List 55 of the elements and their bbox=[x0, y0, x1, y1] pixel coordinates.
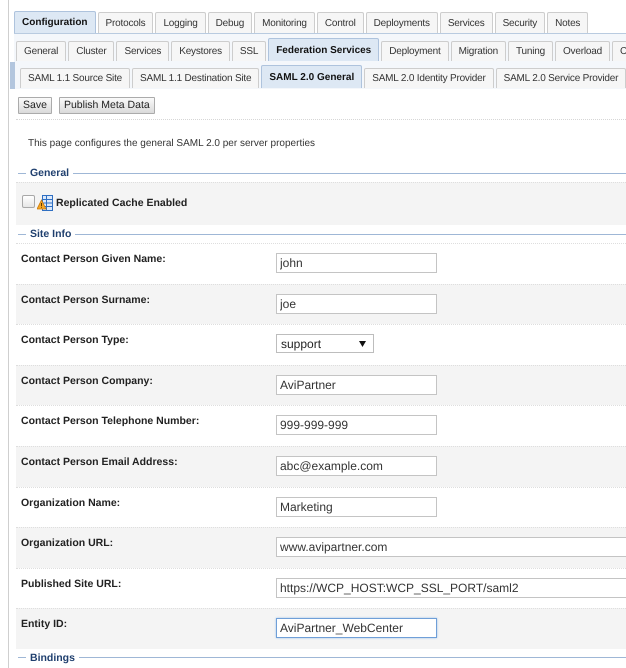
tab[interactable]: Configuration bbox=[14, 11, 96, 33]
text-field[interactable]: joe bbox=[276, 294, 437, 314]
document-warning-icon bbox=[37, 195, 53, 211]
tab[interactable]: Security bbox=[494, 12, 546, 33]
tab[interactable]: SAML 2.0 Service Provider bbox=[496, 68, 626, 88]
text-field[interactable]: www.avipartner.com bbox=[276, 537, 626, 558]
tab[interactable]: Protocols bbox=[98, 12, 154, 33]
toolbar-button[interactable]: Save bbox=[18, 97, 52, 114]
field-label: Contact Person Telephone Number: bbox=[21, 415, 200, 428]
tab[interactable]: Migration bbox=[450, 41, 506, 61]
field-label: Organization URL: bbox=[21, 537, 114, 550]
section-title: General bbox=[29, 166, 70, 180]
field-label: Contact Person Email Address: bbox=[21, 456, 178, 468]
tab[interactable]: SAML 2.0 General bbox=[261, 65, 362, 88]
tab[interactable]: Tuning bbox=[508, 41, 553, 61]
dropdown[interactable]: support bbox=[276, 334, 374, 354]
text-field[interactable]: 999-999-999 bbox=[276, 415, 437, 436]
tab[interactable]: Deployments bbox=[366, 12, 438, 33]
tab[interactable]: Control bbox=[316, 12, 364, 33]
tab[interactable]: Keystores bbox=[171, 41, 230, 61]
text-field[interactable]: john bbox=[276, 253, 437, 273]
text-field[interactable]: abc@example.com bbox=[276, 456, 437, 476]
checkbox-label: Replicated Cache Enabled bbox=[56, 196, 188, 211]
tab[interactable]: Deployment bbox=[381, 41, 449, 61]
text-field[interactable]: AviPartner bbox=[276, 374, 437, 395]
field-label: Entity ID: bbox=[21, 618, 68, 630]
tab[interactable]: Overload bbox=[554, 41, 610, 61]
section-title: Bindings bbox=[29, 650, 76, 665]
checkbox[interactable] bbox=[22, 195, 35, 208]
text-field[interactable]: AviPartner_WebCenter bbox=[276, 618, 437, 638]
field-label: Published Site URL: bbox=[21, 578, 122, 590]
tab[interactable]: SSL bbox=[232, 41, 266, 61]
tab[interactable]: Cluster bbox=[68, 41, 114, 61]
tab[interactable]: Debug bbox=[208, 12, 252, 33]
tab[interactable]: SAML 1.1 Source Site bbox=[20, 68, 130, 88]
section-title: Site Info bbox=[29, 227, 72, 241]
tab[interactable]: SAML 1.1 Destination Site bbox=[132, 68, 260, 88]
tab[interactable]: SAML 2.0 Identity Provider bbox=[364, 68, 494, 88]
tab[interactable]: Notes bbox=[547, 12, 588, 33]
tab[interactable]: Services bbox=[440, 12, 493, 33]
tab[interactable]: Services bbox=[116, 41, 170, 61]
field-label: Contact Person Type: bbox=[21, 334, 129, 346]
tab[interactable]: Monitoring bbox=[254, 12, 315, 33]
field-label: Contact Person Company: bbox=[21, 374, 153, 387]
field-label: Organization Name: bbox=[21, 496, 120, 509]
toolbar-button[interactable]: Publish Meta Data bbox=[58, 97, 155, 114]
field-label: Contact Person Given Name: bbox=[21, 253, 166, 265]
text-field[interactable]: Marketing bbox=[276, 496, 437, 517]
tab[interactable]: General bbox=[16, 41, 66, 61]
field-label: Contact Person Surname: bbox=[21, 294, 150, 306]
tab[interactable]: Logging bbox=[155, 12, 206, 33]
text-field[interactable]: https://WCP_HOST:WCP_SSL_PORT/saml2 bbox=[276, 578, 626, 598]
caret-icon bbox=[359, 340, 366, 347]
page-description: This page configures the general SAML 2.0 per server properties bbox=[28, 137, 316, 151]
tab[interactable]: Federation Services bbox=[268, 38, 380, 61]
